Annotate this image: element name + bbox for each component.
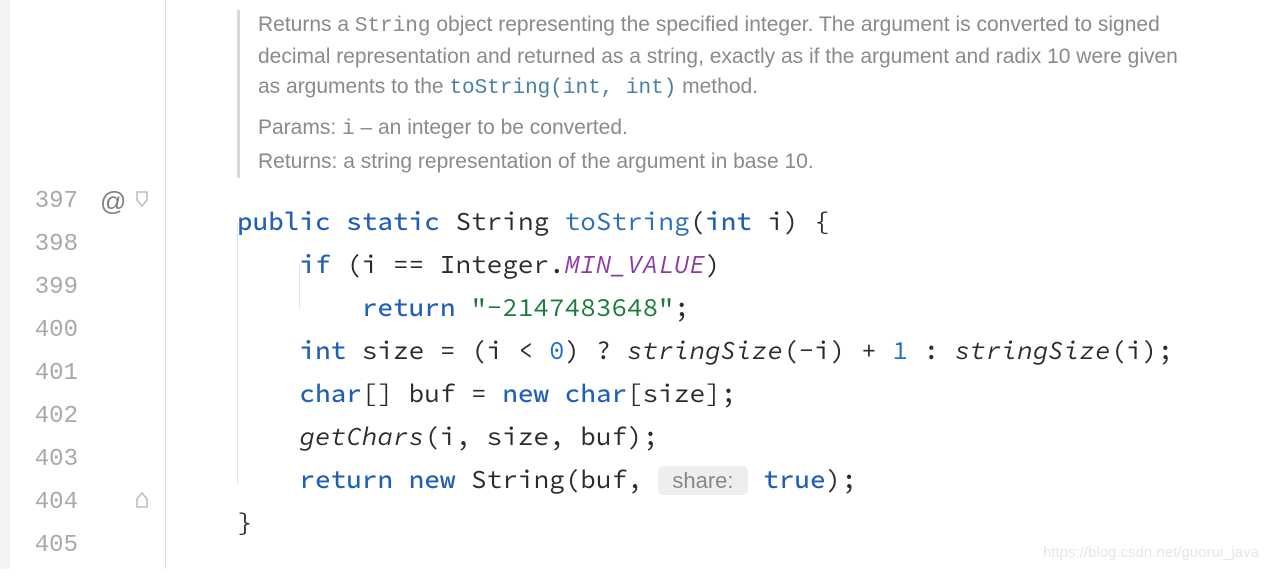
line-number[interactable]: 404 xyxy=(0,481,90,524)
gutter-icons: @ xyxy=(100,180,150,524)
code-line[interactable]: int size = (i < 0) ? stringSize(-i) + 1 … xyxy=(237,329,1277,372)
code-line[interactable]: return "-2147483648"; xyxy=(237,286,1277,329)
javadoc-text: – xyxy=(355,116,378,139)
javadoc-link[interactable]: toString(int, int) xyxy=(449,77,676,100)
javadoc-returns-label: Returns: xyxy=(258,150,337,173)
collapse-up-icon[interactable] xyxy=(134,492,150,513)
javadoc-code: String xyxy=(355,15,431,38)
parameter-hint: share: xyxy=(658,466,747,495)
code-line[interactable]: getChars(i, size, buf); xyxy=(237,415,1277,458)
javadoc-params: Params: i – an integer to be converted. xyxy=(258,112,1187,146)
line-number[interactable]: 398 xyxy=(0,223,90,266)
line-number[interactable]: 405 xyxy=(0,524,90,567)
line-number[interactable]: 400 xyxy=(0,309,90,352)
editor-content[interactable]: Returns a String object representing the… xyxy=(167,0,1277,569)
gutter: 397 398 399 400 401 402 403 404 405 @ xyxy=(0,0,167,569)
javadoc-block: Returns a String object representing the… xyxy=(237,10,1187,178)
javadoc-text: method. xyxy=(676,75,758,98)
line-numbers: 397 398 399 400 401 402 403 404 405 xyxy=(0,180,90,567)
javadoc-returns: Returns: a string representation of the … xyxy=(258,146,1187,178)
watermark: https://blog.csdn.net/guorui_java xyxy=(1043,544,1259,561)
indent-guide xyxy=(237,222,238,484)
code-line[interactable]: if (i == Integer.MIN_VALUE) xyxy=(237,243,1277,286)
override-icon[interactable]: @ xyxy=(100,186,126,217)
code-line[interactable]: public static String toString(int i) { xyxy=(237,200,1277,243)
code-line[interactable]: return new String(buf, share: true); xyxy=(237,458,1277,501)
javadoc-returns-desc: a string representation of the argument … xyxy=(343,150,813,173)
line-number[interactable]: 402 xyxy=(0,395,90,438)
line-number[interactable]: 401 xyxy=(0,352,90,395)
code-line[interactable]: char[] buf = new char[size]; xyxy=(237,372,1277,415)
gutter-separator xyxy=(165,0,166,569)
code-line[interactable]: } xyxy=(237,501,1277,544)
javadoc-params-label: Params: xyxy=(258,116,336,139)
javadoc-text: Returns a xyxy=(258,13,355,36)
collapse-down-icon[interactable] xyxy=(134,191,150,212)
line-number[interactable]: 403 xyxy=(0,438,90,481)
line-number[interactable]: 399 xyxy=(0,266,90,309)
javadoc-param-desc: an integer to be converted. xyxy=(378,116,628,139)
code-block[interactable]: public static String toString(int i) { i… xyxy=(237,196,1277,584)
indent-guide xyxy=(299,265,300,309)
javadoc-description: Returns a String object representing the… xyxy=(258,10,1187,104)
line-number[interactable]: 397 xyxy=(0,180,90,223)
javadoc-param-name: i xyxy=(342,118,355,141)
